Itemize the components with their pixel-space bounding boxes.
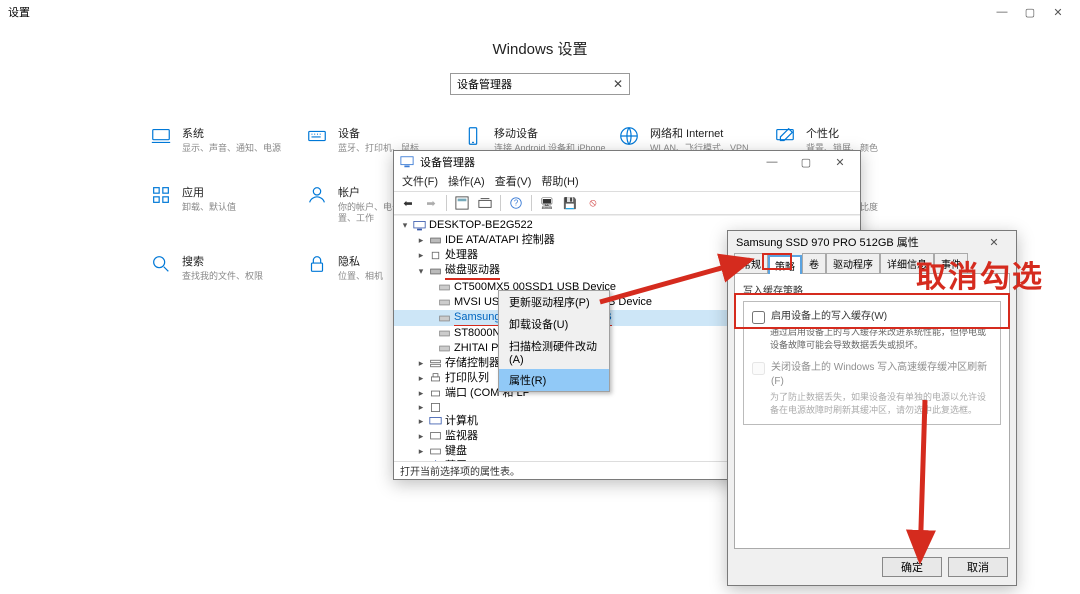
props-close-button[interactable]: ✕ — [980, 232, 1008, 252]
drive-icon — [429, 265, 442, 278]
props-tab-policy[interactable]: 策略 — [768, 255, 802, 274]
laptop-icon — [150, 125, 172, 147]
globe-icon — [618, 125, 640, 147]
cpu-icon — [429, 249, 442, 262]
person-icon — [306, 184, 328, 206]
ctx-scan[interactable]: 扫描检测硬件改动(A) — [499, 335, 609, 369]
toolbar-scan-icon[interactable] — [475, 194, 495, 212]
monitor-icon — [429, 430, 442, 443]
settings-category-search[interactable]: 搜索查找我的文件、权限 — [150, 253, 300, 282]
props-flush-label: 关闭设备上的 Windows 写入高速缓存缓冲区刷新(F) — [771, 361, 992, 389]
toolbar-back-icon[interactable]: ⬅ — [398, 194, 418, 212]
computer-icon — [429, 415, 442, 428]
props-write-cache-checkbox-row[interactable]: 启用设备上的写入缓存(W) — [752, 310, 992, 324]
drive-icon — [438, 327, 451, 340]
storage-icon — [429, 357, 442, 370]
phone-icon — [462, 125, 484, 147]
drive-icon — [438, 296, 451, 309]
drive-icon — [429, 234, 442, 247]
devmgr-close-button[interactable]: ✕ — [826, 152, 854, 172]
props-ok-button[interactable]: 确定 — [882, 557, 942, 577]
toolbar-disable-icon[interactable]: ⦸ — [583, 194, 603, 212]
computer-icon — [413, 219, 426, 232]
lock-icon — [306, 253, 328, 275]
svg-text:?: ? — [514, 199, 519, 208]
props-group-title: 写入缓存策略 — [743, 282, 1001, 297]
port-icon — [429, 387, 442, 400]
props-tabs: 常规 策略 卷 驱动程序 详细信息 事件 — [728, 253, 1016, 273]
properties-dialog: Samsung SSD 970 PRO 512GB 属性 ✕ 常规 策略 卷 驱… — [727, 230, 1017, 586]
devmgr-minimize-button[interactable]: ― — [758, 152, 786, 172]
devmgr-context-menu: 更新驱动程序(P) 卸载设备(U) 扫描检测硬件改动(A) 属性(R) — [498, 290, 610, 392]
tree-disk-drives[interactable]: 磁盘驱动器 — [445, 263, 500, 280]
settings-search-field[interactable]: ✕ — [450, 73, 630, 95]
devmgr-title: 设备管理器 — [420, 154, 475, 170]
props-tab-driver[interactable]: 驱动程序 — [826, 253, 880, 273]
settings-search-input[interactable] — [457, 78, 613, 90]
tree-root: DESKTOP-BE2G522 — [429, 218, 533, 233]
devmgr-menu-file[interactable]: 文件(F) — [402, 173, 438, 191]
keyboard-icon — [429, 445, 442, 458]
pen-icon — [774, 125, 796, 147]
props-write-cache-checkbox[interactable] — [752, 311, 765, 324]
props-flush-desc: 为了防止数据丢失，如果设备没有单独的电源以允许设备在电源故障时刷新其缓冲区，请勿… — [752, 391, 992, 416]
ctx-uninstall[interactable]: 卸载设备(U) — [499, 313, 609, 335]
devmgr-icon — [400, 155, 414, 169]
drive-icon — [438, 342, 451, 355]
ctx-properties[interactable]: 属性(R) — [499, 369, 609, 391]
settings-minimize-button[interactable]: ― — [988, 2, 1016, 22]
drive-icon — [438, 312, 451, 325]
props-tab-body: 写入缓存策略 启用设备上的写入缓存(W) 通过启用设备上的写入缓存来改进系统性能… — [734, 273, 1010, 549]
props-title: Samsung SSD 970 PRO 512GB 属性 — [736, 234, 919, 250]
devmgr-toolbar: ⬅ ➡ ? 🖥 💾 ⦸ — [394, 191, 860, 215]
devmgr-menu-action[interactable]: 操作(A) — [448, 173, 485, 191]
props-tab-general[interactable]: 常规 — [734, 253, 768, 273]
settings-search-clear-icon[interactable]: ✕ — [613, 77, 623, 91]
props-write-cache-desc: 通过启用设备上的写入缓存来改进系统性能，但停电或设备故障可能会导致数据丢失或损坏… — [752, 326, 992, 351]
props-flush-checkbox-row: 关闭设备上的 Windows 写入高速缓存缓冲区刷新(F) — [752, 361, 992, 389]
ctx-update-driver[interactable]: 更新驱动程序(P) — [499, 291, 609, 313]
devmgr-title-bar[interactable]: 设备管理器 ― ▢ ✕ — [394, 151, 860, 173]
settings-category-apps[interactable]: 应用卸载、默认值 — [150, 184, 300, 224]
toolbar-uninstall-icon[interactable]: 💾 — [560, 194, 580, 212]
devmgr-menu-bar: 文件(F) 操作(A) 查看(V) 帮助(H) — [394, 173, 860, 191]
printer-icon — [429, 372, 442, 385]
search-icon — [150, 253, 172, 275]
props-write-cache-label: 启用设备上的写入缓存(W) — [771, 310, 887, 324]
devmgr-maximize-button[interactable]: ▢ — [792, 152, 820, 172]
settings-title-bar: 设置 ― ▢ ✕ — [0, 0, 1080, 24]
devmgr-menu-view[interactable]: 查看(V) — [495, 173, 532, 191]
drive-icon — [438, 281, 451, 294]
toolbar-help-icon[interactable]: ? — [506, 194, 526, 212]
firmware-icon — [429, 401, 442, 414]
devmgr-menu-help[interactable]: 帮助(H) — [541, 173, 578, 191]
toolbar-view-icon[interactable] — [452, 194, 472, 212]
settings-close-button[interactable]: ✕ — [1044, 2, 1072, 22]
props-tab-volume[interactable]: 卷 — [802, 253, 826, 273]
toolbar-forward-icon[interactable]: ➡ — [421, 194, 441, 212]
props-flush-checkbox — [752, 362, 765, 375]
toolbar-refresh-icon[interactable]: 🖥 — [537, 194, 557, 212]
settings-heading: Windows 设置 — [0, 38, 1080, 59]
settings-maximize-button[interactable]: ▢ — [1016, 2, 1044, 22]
tree-twist-icon[interactable]: ▾ — [400, 221, 410, 231]
props-tab-events[interactable]: 事件 — [934, 253, 968, 273]
settings-title: 设置 — [8, 4, 30, 20]
apps-icon — [150, 184, 172, 206]
keyboard-icon — [306, 125, 328, 147]
props-tab-details[interactable]: 详细信息 — [880, 253, 934, 273]
props-title-bar[interactable]: Samsung SSD 970 PRO 512GB 属性 ✕ — [728, 231, 1016, 253]
settings-category-system[interactable]: 系统显示、声音、通知、电源 — [150, 125, 300, 154]
props-cancel-button[interactable]: 取消 — [948, 557, 1008, 577]
